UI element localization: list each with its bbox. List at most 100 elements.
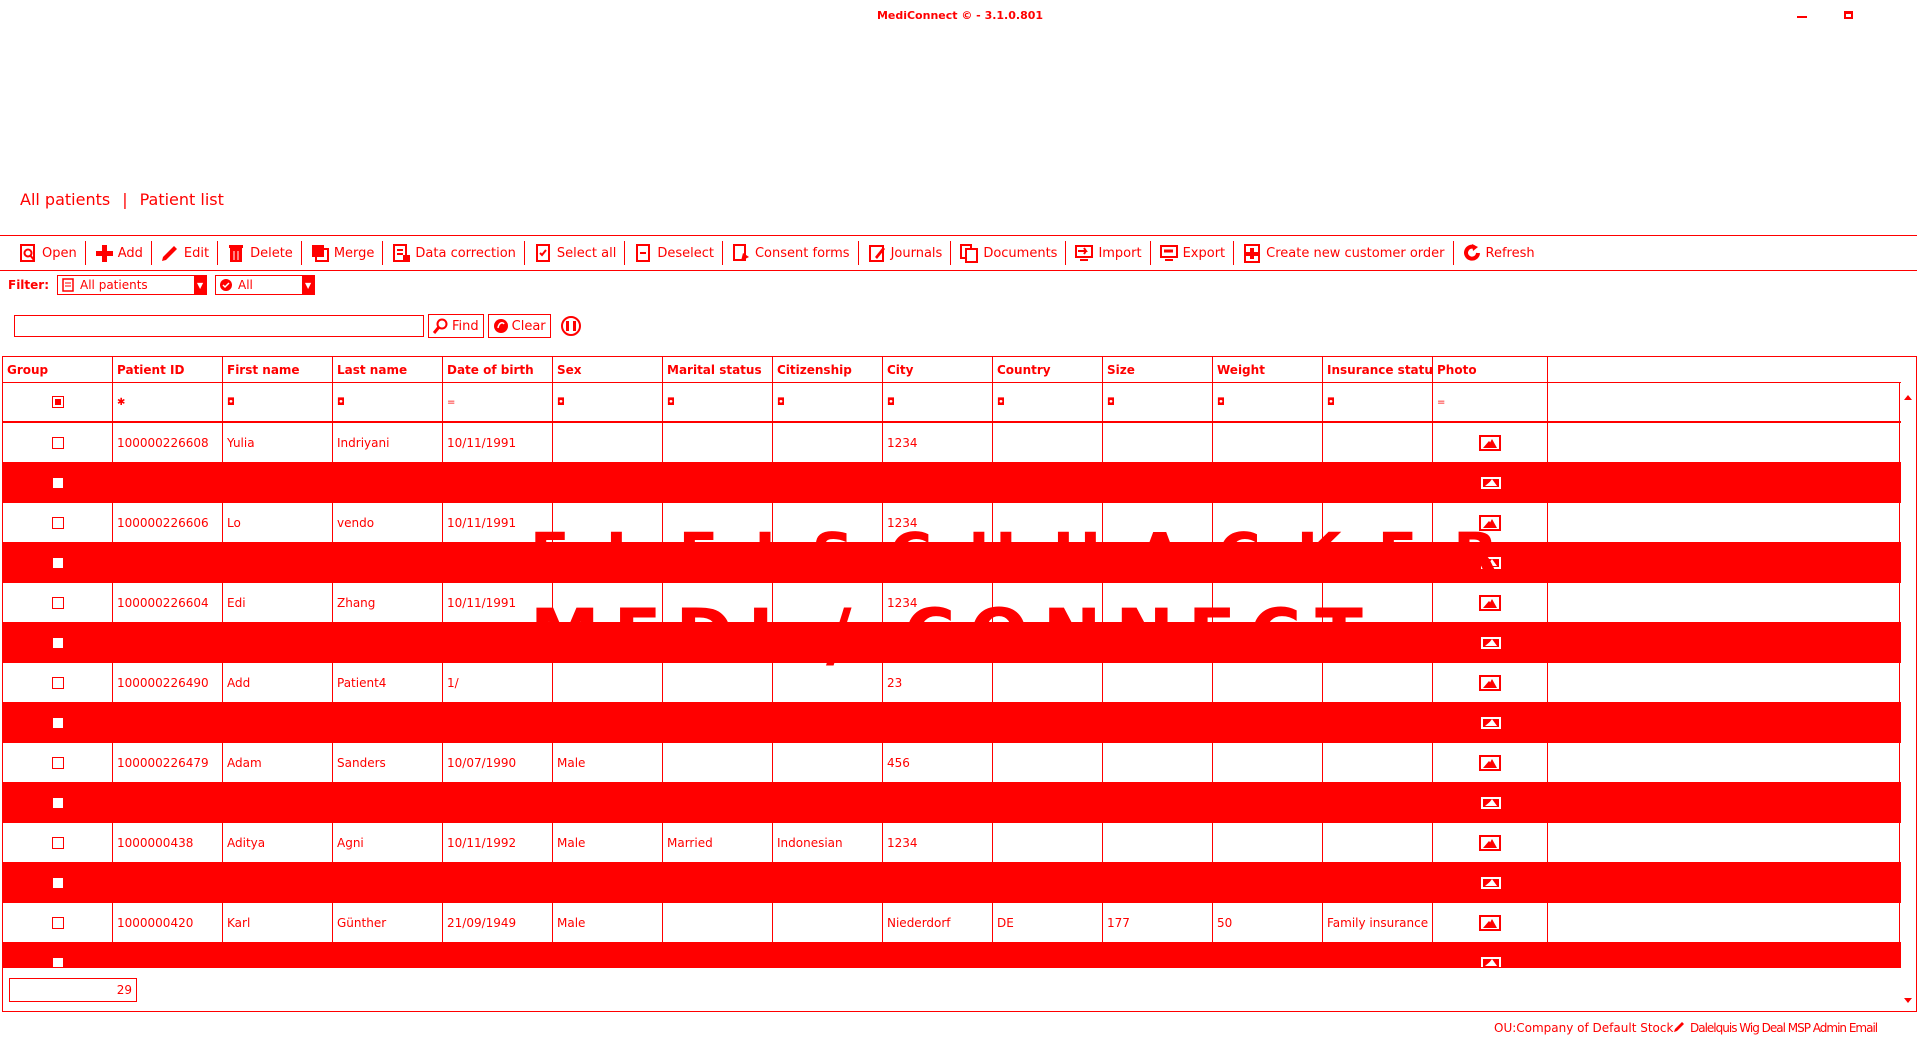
group-checkbox[interactable] (53, 638, 63, 648)
column-filter[interactable]: ◘ (333, 383, 443, 421)
photo-icon[interactable] (1479, 754, 1501, 771)
refresh-button[interactable]: Refresh (1454, 238, 1543, 268)
contains-filter-icon[interactable]: ◘ (777, 397, 785, 408)
photo-icon[interactable] (1479, 674, 1501, 691)
photo-icon[interactable] (1480, 877, 1501, 889)
column-filter[interactable] (3, 383, 113, 421)
column-filter[interactable]: ◘ (553, 383, 663, 421)
column-header[interactable]: Photo (1433, 357, 1548, 382)
column-filter[interactable]: = (443, 383, 553, 421)
patient-filter-select[interactable]: All patients ▼ (57, 275, 208, 295)
merge-button[interactable]: Merge (302, 238, 383, 268)
photo-icon[interactable] (1479, 594, 1501, 611)
table-row[interactable]: 100000226490 Add Patient4 1/23 (3, 663, 1901, 703)
consent-forms-button[interactable]: Consent forms (723, 238, 858, 268)
column-header[interactable]: Marital status (663, 357, 773, 382)
table-row[interactable]: 1000000420 Karl Günther 21/09/1949 Male Niede… (3, 903, 1901, 943)
column-filter[interactable]: ◘ (1323, 383, 1433, 421)
contains-filter-icon[interactable]: ◘ (227, 397, 235, 408)
group-checkbox[interactable] (53, 478, 63, 488)
import-button[interactable]: Import (1066, 238, 1149, 268)
table-row[interactable]: 100000226479 Adam Sanders 10/07/1990 Male 456 (3, 743, 1901, 783)
select-all-checkbox[interactable] (51, 396, 64, 408)
open-button[interactable]: Open (10, 238, 85, 268)
search-input[interactable] (14, 315, 424, 337)
column-header[interactable]: Last name (333, 357, 443, 382)
contains-filter-icon[interactable]: ◘ (337, 397, 345, 408)
row-checkbox[interactable] (51, 596, 64, 609)
contains-filter-icon[interactable]: ◘ (557, 397, 565, 408)
row-checkbox[interactable] (51, 676, 64, 689)
journals-button[interactable]: Journals (859, 238, 951, 268)
photo-icon[interactable] (1480, 477, 1501, 489)
edit-button[interactable]: Edit (152, 238, 217, 268)
add-button[interactable]: Add (86, 238, 151, 268)
photo-icon[interactable] (1479, 914, 1501, 931)
create-new-customer-order-button[interactable]: Create new customer order (1234, 238, 1452, 268)
row-checkbox[interactable] (51, 436, 64, 449)
column-header[interactable]: Patient ID (113, 357, 223, 382)
photo-icon[interactable] (1479, 434, 1501, 451)
column-header[interactable]: Weight (1213, 357, 1323, 382)
select-all-button[interactable]: Select all (525, 238, 624, 268)
export-button[interactable]: Export (1151, 238, 1234, 268)
column-header[interactable]: City (883, 357, 993, 382)
deselect-button[interactable]: Deselect (625, 238, 722, 268)
find-button[interactable]: Find (428, 314, 484, 338)
photo-icon[interactable] (1479, 514, 1501, 531)
column-header[interactable]: Country (993, 357, 1103, 382)
restore-button[interactable] (1838, 6, 1858, 24)
column-header[interactable]: Group (3, 357, 113, 382)
scroll-up-icon[interactable] (1904, 395, 1912, 400)
column-filter[interactable]: ✱ (113, 383, 223, 421)
column-filter[interactable]: ◘ (773, 383, 883, 421)
contains-filter-icon[interactable]: ◘ (1107, 397, 1115, 408)
column-header[interactable]: Insurance status (1323, 357, 1433, 382)
group-checkbox[interactable] (53, 878, 63, 888)
column-filter-row[interactable]: ✱ ◘ ◘ = ◘ ◘ ◘ ◘ ◘ ◘ ◘ ◘ = (3, 383, 1901, 423)
minimize-button[interactable] (1792, 6, 1812, 24)
contains-filter-icon[interactable]: ◘ (1217, 397, 1225, 408)
column-filter[interactable]: ◘ (1213, 383, 1323, 421)
row-checkbox[interactable] (51, 756, 64, 769)
breadcrumb-patient-list[interactable]: Patient list (140, 190, 224, 209)
contains-filter-icon[interactable]: ◘ (1327, 397, 1335, 408)
table-row[interactable]: 1000000438 Aditya Agni 10/11/1992 Male Marrie… (3, 823, 1901, 863)
contains-filter-icon[interactable]: ◘ (887, 397, 895, 408)
status-filter-select[interactable]: All ▼ (215, 275, 316, 295)
column-filter[interactable]: ◘ (883, 383, 993, 421)
scroll-down-icon[interactable] (1904, 998, 1912, 1003)
documents-button[interactable]: Documents (951, 238, 1065, 268)
row-checkbox[interactable] (51, 516, 64, 529)
group-checkbox[interactable] (53, 558, 63, 568)
column-header[interactable]: Date of birth (443, 357, 553, 382)
row-checkbox[interactable] (51, 836, 64, 849)
row-checkbox[interactable] (51, 916, 64, 929)
table-row[interactable]: 100000226606 Lo vendo 10/11/1991 1234 (3, 503, 1901, 543)
column-header[interactable]: Citizenship (773, 357, 883, 382)
column-header[interactable]: Size (1103, 357, 1213, 382)
chevron-down-icon[interactable]: ▼ (194, 276, 207, 294)
table-row[interactable]: 100000226604 Edi Zhang 10/11/1991 1234 (3, 583, 1901, 623)
contains-filter-icon[interactable]: ◘ (667, 397, 675, 408)
photo-icon[interactable] (1480, 557, 1501, 569)
contains-filter-icon[interactable]: ◘ (997, 397, 1005, 408)
photo-icon[interactable] (1479, 834, 1501, 851)
column-filter[interactable]: = (1433, 383, 1548, 421)
star-filter-icon[interactable]: ✱ (117, 397, 125, 408)
chevron-down-icon[interactable]: ▼ (302, 276, 315, 294)
column-header[interactable]: First name (223, 357, 333, 382)
data-correction-button[interactable]: Data correction (383, 238, 524, 268)
vertical-scrollbar[interactable] (1899, 383, 1916, 1011)
column-filter[interactable]: ◘ (663, 383, 773, 421)
photo-icon[interactable] (1480, 637, 1501, 649)
column-filter[interactable]: ◘ (993, 383, 1103, 421)
group-checkbox[interactable] (53, 798, 63, 808)
table-row[interactable]: 100000226608 Yulia Indriyani 10/11/1991 1234 (3, 423, 1901, 463)
pause-icon[interactable] (560, 316, 581, 336)
pencil-icon[interactable] (1672, 1020, 1686, 1034)
photo-icon[interactable] (1480, 717, 1501, 729)
delete-button[interactable]: Delete (218, 238, 301, 268)
photo-icon[interactable] (1480, 797, 1501, 809)
column-filter[interactable]: ◘ (1103, 383, 1213, 421)
